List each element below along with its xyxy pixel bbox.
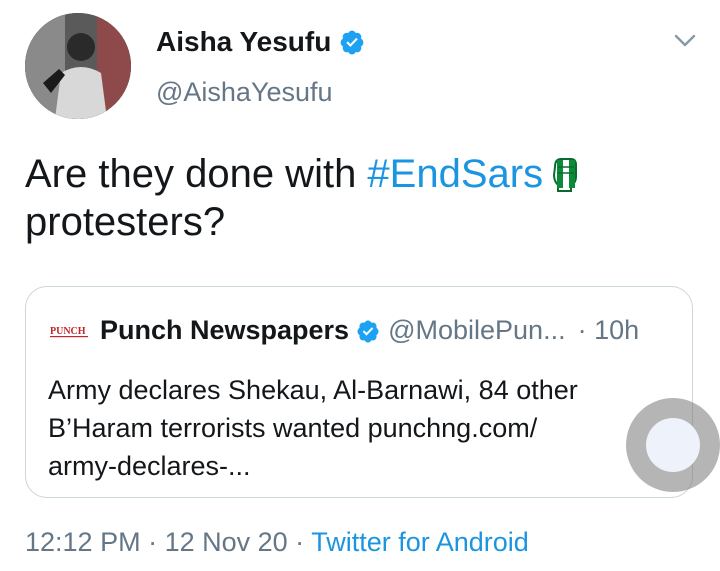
author-avatar[interactable]	[25, 13, 131, 119]
author-name-row: Aisha Yesufu	[156, 26, 365, 58]
quoted-tweet-text: Army declares Shekau, Al-Barnawi, 84 oth…	[48, 371, 648, 485]
quoted-display-name: Punch Newspapers	[100, 315, 350, 345]
quoted-text-line: army-declares-...	[48, 451, 251, 481]
raised-fist-nigeria-icon	[553, 158, 578, 192]
tweet-source-link[interactable]: Twitter for Android	[311, 527, 529, 557]
hashtag-link[interactable]: #EndSars	[367, 152, 543, 196]
meta-separator: ·	[287, 527, 312, 557]
chevron-down-icon[interactable]	[672, 30, 698, 52]
quoted-handle: @MobilePun...	[388, 315, 566, 345]
touch-indicator	[626, 398, 720, 492]
tweet-time: 12:12 PM	[25, 527, 141, 557]
quoted-text-line: B’Haram terrorists wanted punchng.com/	[48, 413, 538, 443]
quoted-tweet-card[interactable]: PUNCH Punch Newspapers @MobilePun... · 1…	[25, 286, 693, 498]
tweet-text-before: Are they done with	[25, 152, 368, 196]
tweet-text-after: protesters?	[25, 200, 226, 244]
meta-separator: ·	[140, 527, 165, 557]
author-handle[interactable]: @AishaYesufu	[156, 77, 333, 108]
tweet-detail: Aisha Yesufu @AishaYesufu Are they done …	[0, 0, 720, 571]
punch-logo-icon: PUNCH	[50, 326, 88, 337]
quoted-tweet-header: PUNCH Punch Newspapers @MobilePun... · 1…	[50, 315, 639, 346]
quoted-text-line: Army declares Shekau, Al-Barnawi, 84 oth…	[48, 375, 578, 405]
quoted-timestamp: · 10h	[577, 315, 640, 345]
touch-indicator-center	[646, 418, 700, 472]
verified-badge-icon	[340, 30, 364, 55]
tweet-date: 12 Nov 20	[164, 527, 288, 557]
avatar-photo	[25, 13, 131, 119]
verified-badge-icon	[357, 320, 379, 342]
punch-logo-text: PUNCH	[50, 326, 86, 337]
tweet-meta: 12:12 PM · 12 Nov 20 · Twitter for Andro…	[25, 527, 529, 558]
tweet-text: Are they done with #EndSars protesters?	[25, 150, 685, 246]
author-display-name[interactable]: Aisha Yesufu	[156, 26, 331, 58]
